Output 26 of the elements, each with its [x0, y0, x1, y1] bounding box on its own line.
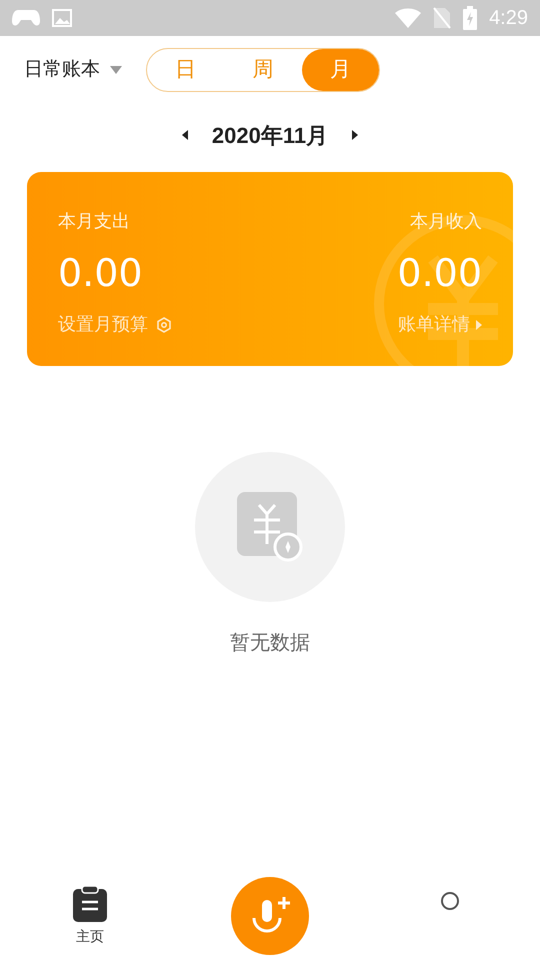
left-caret-icon: [182, 130, 188, 140]
period-tab[interactable]: 月: [302, 49, 379, 91]
clipboard-icon: [73, 886, 107, 922]
period-tab[interactable]: 日: [147, 49, 224, 91]
profile-icon[interactable]: [440, 891, 460, 911]
empty-bill-icon: [237, 492, 303, 562]
settings-icon: [156, 316, 172, 332]
right-caret-icon: [352, 130, 358, 140]
month-label: 2020年11月: [212, 122, 328, 150]
right-caret-icon: [476, 320, 482, 330]
battery-icon: [463, 6, 478, 30]
image-icon: [52, 9, 72, 27]
bill-details-link[interactable]: 账单详情: [398, 311, 482, 338]
empty-message: 暂无数据: [230, 631, 310, 656]
home-tab[interactable]: 主页: [0, 886, 180, 946]
gamepad-icon: [12, 9, 40, 27]
income-amount: 0.00: [397, 254, 482, 292]
caret-icon: [110, 66, 122, 74]
account-book-dropdown[interactable]: 日常账本: [24, 56, 122, 84]
no-sim-icon: [433, 7, 452, 29]
income-label: 本月收入: [410, 210, 482, 233]
expense-label: 本月支出: [58, 210, 130, 233]
expense-amount: 0.00: [58, 254, 143, 292]
period-tab[interactable]: 周: [224, 49, 302, 91]
set-budget-link[interactable]: 设置月预算: [58, 311, 172, 338]
wifi-icon: [395, 8, 422, 28]
